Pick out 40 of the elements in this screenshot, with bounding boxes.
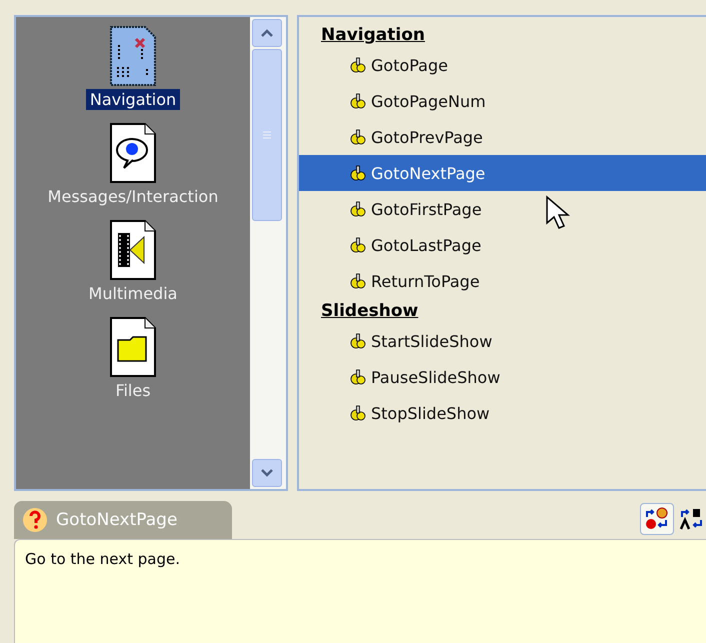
category-label[interactable]: Files [111,380,155,401]
mouse-pointer-icon [545,195,571,231]
gear-icon [349,333,367,349]
chevron-down-icon [260,468,274,478]
action-item[interactable]: GotoPageNum [299,83,706,119]
gear-icon [349,129,367,145]
action-item[interactable]: PauseSlideShow [299,359,706,395]
action-item[interactable]: GotoNextPage [299,155,706,191]
action-item[interactable]: StopSlideShow [299,395,706,431]
category-icon[interactable] [108,25,158,87]
action-item[interactable]: GotoFirstPage [299,191,706,227]
gear-icon [349,405,367,421]
grip-icon [262,130,272,140]
scrollbar-thumb[interactable] [252,49,282,221]
gear-icon [349,201,367,217]
gear-icon [349,237,367,253]
gear-icon [349,273,367,289]
category-label[interactable]: Multimedia [84,283,182,304]
help-icon [22,507,48,533]
help-text: Go to the next page. [25,550,180,568]
action-item[interactable]: StartSlideShow [299,323,706,359]
category-icon[interactable] [108,122,158,184]
group-heading: Navigation [320,24,426,47]
action-item[interactable]: ReturnToPage [299,263,706,299]
scroll-down-button[interactable] [252,459,282,487]
category-label[interactable]: Navigation [86,89,180,110]
action-item[interactable]: GotoLastPage [299,227,706,263]
gear-icon [349,57,367,73]
gear-icon [349,165,367,181]
scroll-up-button[interactable] [252,19,282,47]
toggle-button[interactable] [640,503,674,535]
action-item[interactable]: GotoPage [299,47,706,83]
group-heading: Slideshow [320,300,420,323]
category-icon[interactable] [108,219,158,281]
category-icon[interactable] [108,316,158,378]
gear-icon [349,93,367,109]
action-item[interactable]: GotoPrevPage [299,119,706,155]
gear-icon [349,369,367,385]
category-label[interactable]: Messages/Interaction [44,186,222,207]
chevron-up-icon [260,28,274,38]
